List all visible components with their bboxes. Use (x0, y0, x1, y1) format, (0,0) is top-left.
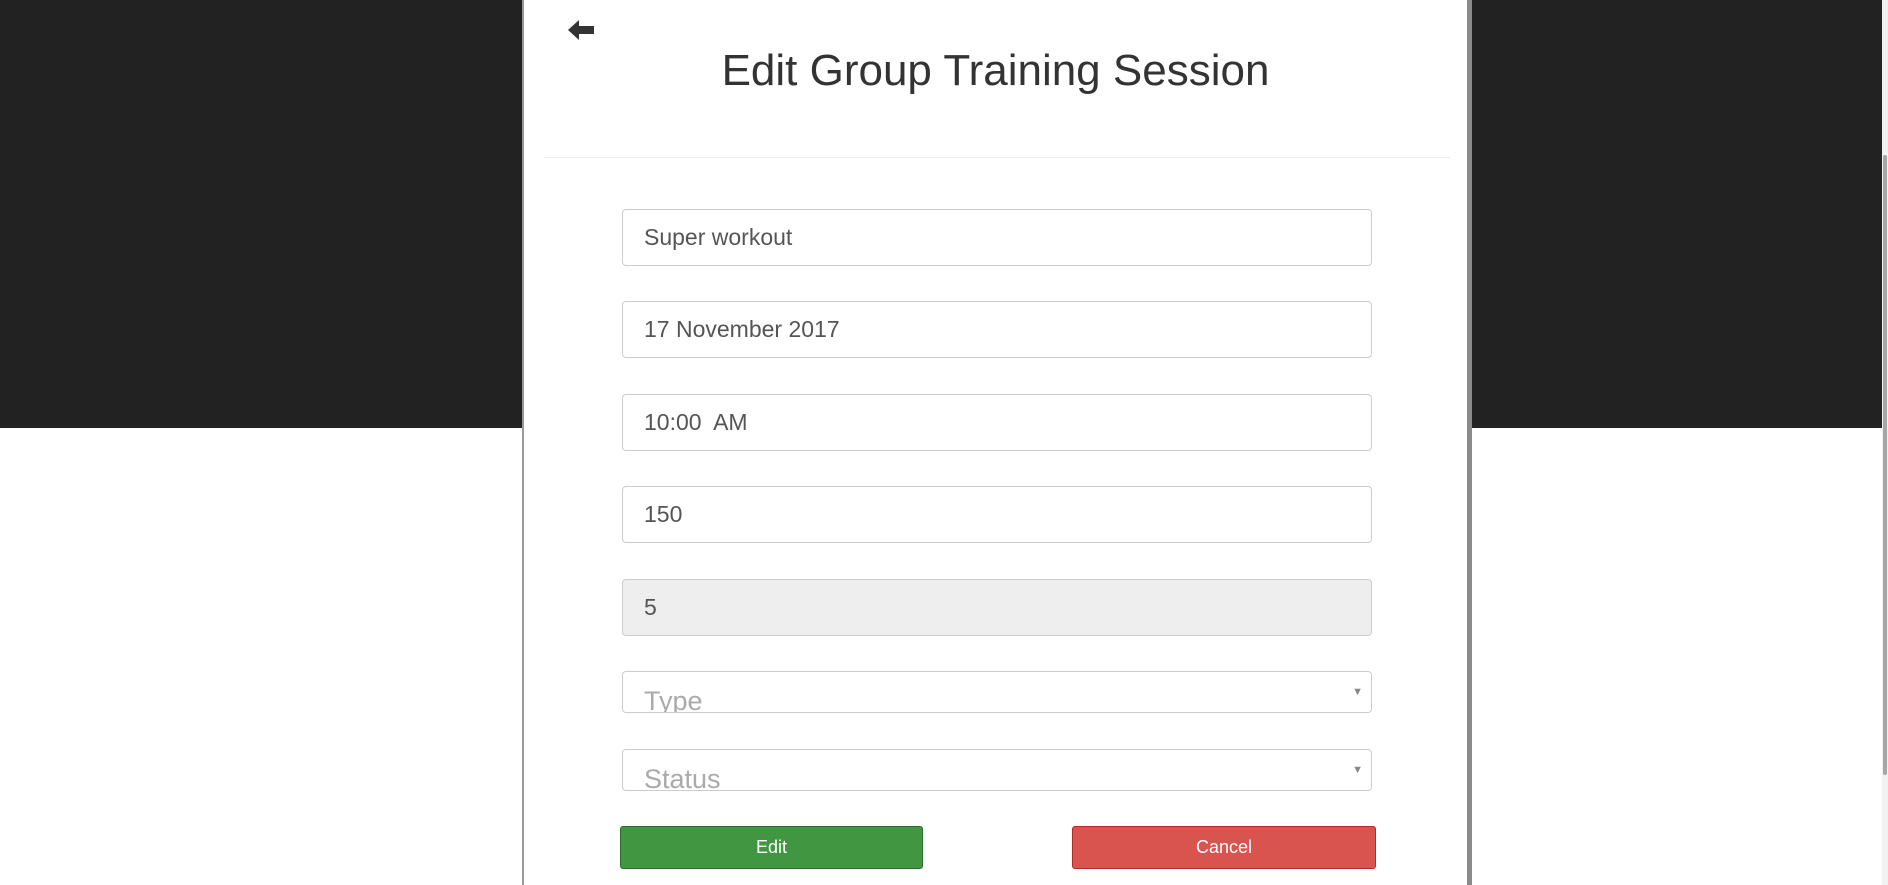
header-divider (544, 157, 1450, 158)
arrow-left-icon (568, 20, 594, 40)
edit-button[interactable]: Edit (620, 826, 923, 869)
scrollbar-thumb[interactable] (1883, 155, 1887, 775)
status-select[interactable]: Status ▼ (622, 749, 1372, 791)
session-time-input[interactable] (622, 394, 1372, 451)
session-duration-input[interactable] (622, 486, 1372, 543)
session-capacity-input (622, 579, 1372, 636)
page-title: Edit Group Training Session (721, 46, 1270, 95)
edit-session-modal: Edit Group Training Session Type ▼ Statu… (522, 0, 1472, 885)
type-select[interactable]: Type ▼ (622, 671, 1372, 713)
cancel-button[interactable]: Cancel (1072, 826, 1376, 869)
session-name-input[interactable] (622, 209, 1372, 266)
chevron-down-icon: ▼ (1352, 686, 1363, 698)
chevron-down-icon: ▼ (1352, 764, 1363, 776)
session-date-input[interactable] (622, 301, 1372, 358)
page-scrollbar[interactable] (1882, 0, 1888, 885)
status-select-placeholder: Status (644, 764, 721, 791)
back-button[interactable] (566, 16, 596, 44)
type-select-placeholder: Type (644, 686, 703, 713)
